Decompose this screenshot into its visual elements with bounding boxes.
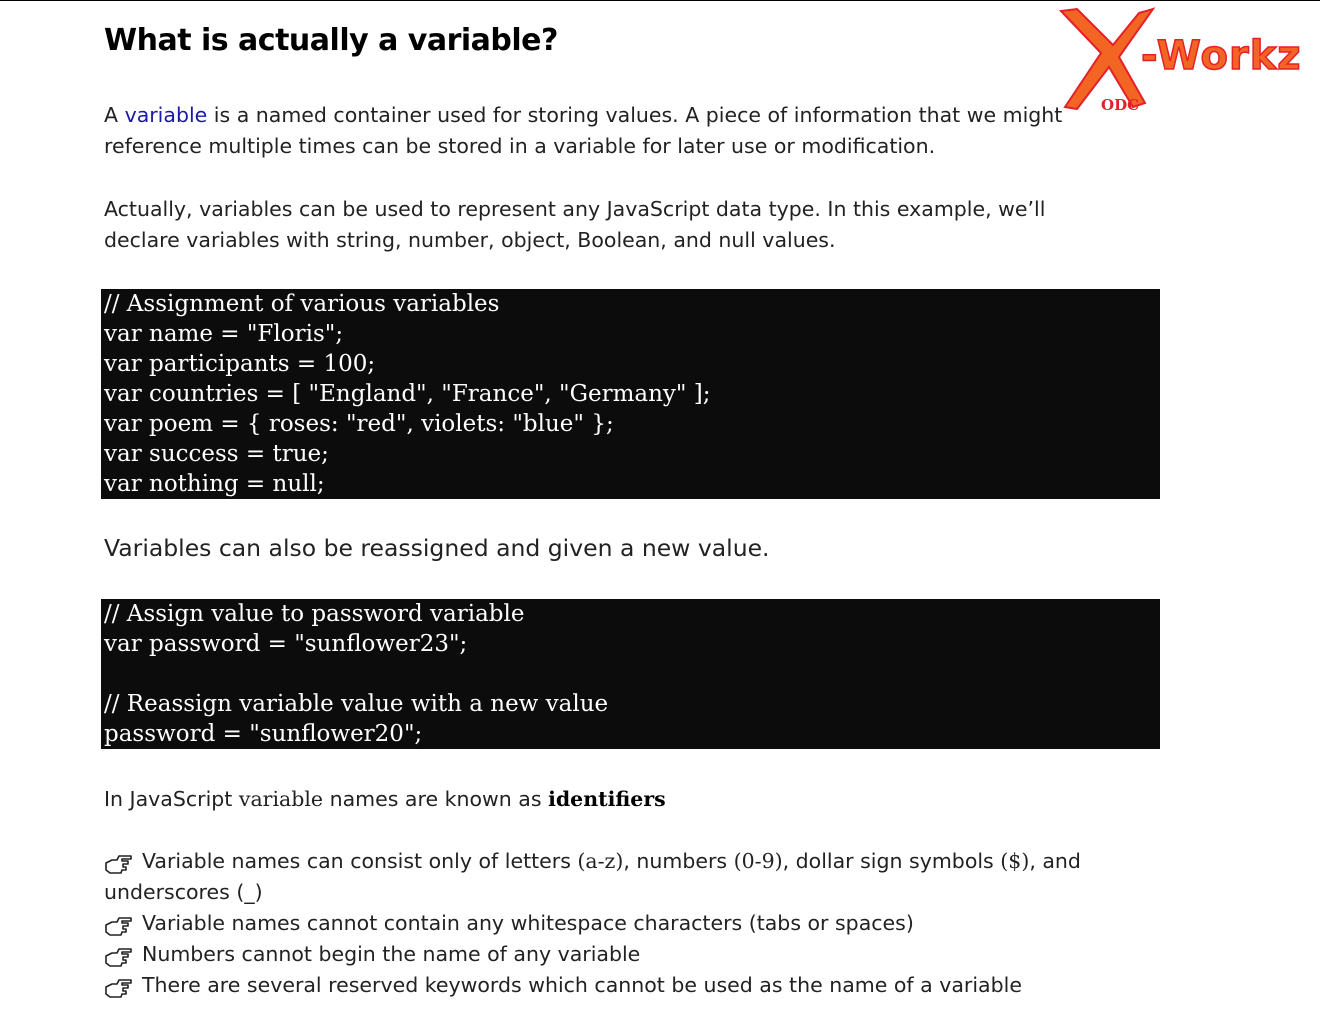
identifiers-paragraph: In JavaScript variable names are known a… bbox=[104, 784, 1114, 815]
code-line: // Assign value to password variable bbox=[104, 601, 525, 627]
code-line: // Assignment of various variables bbox=[104, 291, 500, 317]
code-block-reassign: // Assign value to password variable var… bbox=[101, 599, 1160, 749]
identifiers-code-word: variable bbox=[238, 787, 324, 811]
pointing-hand-icon bbox=[105, 855, 132, 874]
identifiers-middle: names are known as bbox=[329, 787, 542, 811]
rule-text: There are several reserved keywords whic… bbox=[142, 973, 1022, 997]
rule-text: Variable names can consist only of lette… bbox=[142, 849, 571, 873]
code-line: var poem = { roses: "red", violets: "blu… bbox=[104, 411, 614, 437]
list-item: Numbers cannot begin the name of any var… bbox=[104, 939, 1104, 970]
pointing-hand-icon bbox=[105, 948, 132, 967]
code-line: var success = true; bbox=[104, 441, 329, 467]
rule-text: , dollar sign symbols bbox=[782, 849, 994, 873]
types-paragraph: Actually, variables can be used to repre… bbox=[104, 197, 1046, 252]
intro-prefix: A bbox=[104, 103, 119, 127]
code-line: var nothing = null; bbox=[104, 471, 325, 497]
logo-wordmark: -Workz bbox=[1141, 33, 1302, 79]
code-line: var password = "sunflower23"; bbox=[104, 631, 468, 657]
intro-rest: is a named container used for storing va… bbox=[104, 103, 1063, 158]
code-line: var countries = [ "England", "France", "… bbox=[104, 381, 711, 407]
rule-text: Variable names cannot contain any whites… bbox=[142, 911, 914, 935]
code-block-assignments: // Assignment of various variables var n… bbox=[101, 289, 1160, 499]
intro-paragraph: A variable is a named container used for… bbox=[104, 100, 1114, 162]
rule-text: , numbers bbox=[623, 849, 728, 873]
code-line: var participants = 100; bbox=[104, 351, 376, 377]
code-line: // Reassign variable value with a new va… bbox=[104, 691, 609, 717]
code-line: password = "sunflower20"; bbox=[104, 721, 423, 747]
list-item: Variable names can consist only of lette… bbox=[104, 846, 1104, 908]
rule-code: (_) bbox=[236, 880, 263, 904]
list-item: There are several reserved keywords whic… bbox=[104, 970, 1104, 1001]
rule-text: Numbers cannot begin the name of any var… bbox=[142, 942, 641, 966]
pointing-hand-icon bbox=[105, 979, 132, 998]
x-mark bbox=[1058, 7, 1156, 111]
pointing-hand-icon bbox=[105, 917, 132, 936]
identifiers-prefix: In JavaScript bbox=[104, 787, 233, 811]
page-title: What is actually a variable? bbox=[104, 23, 558, 58]
code-line: var name = "Floris"; bbox=[104, 321, 344, 347]
list-item: Variable names cannot contain any whites… bbox=[104, 908, 1104, 939]
identifiers-keyword: identifiers bbox=[548, 787, 666, 811]
variable-link[interactable]: variable bbox=[125, 103, 208, 127]
rule-code: (a-z) bbox=[577, 849, 624, 873]
naming-rules-list: Variable names can consist only of lette… bbox=[104, 846, 1104, 1001]
rule-code: (0-9) bbox=[733, 849, 783, 873]
rule-code: ($) bbox=[1000, 849, 1030, 873]
reassign-text: Variables can also be reassigned and giv… bbox=[104, 534, 770, 562]
